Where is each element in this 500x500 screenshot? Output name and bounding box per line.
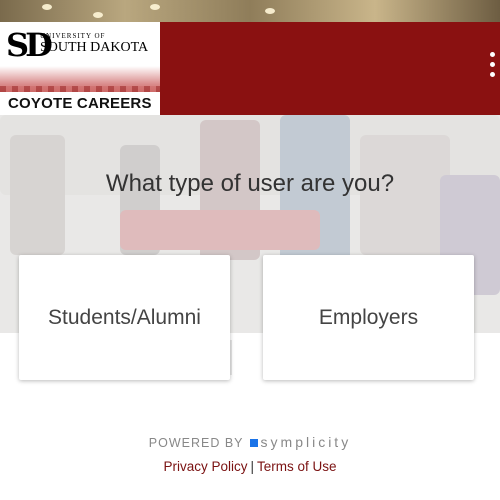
terms-of-use-link[interactable]: Terms of Use [257, 459, 337, 474]
logo-top: SD UNIVERSITY OF SOUTH DAKOTA [0, 22, 160, 66]
site-title: COYOTE CAREERS [8, 95, 152, 112]
university-name: SOUTH DAKOTA [40, 40, 149, 55]
site-header: SD UNIVERSITY OF SOUTH DAKOTA COYOTE CAR… [0, 22, 500, 115]
careers-bar: COYOTE CAREERS [0, 92, 160, 115]
symplicity-logo-icon [249, 439, 258, 447]
sd-mark-icon: SD [6, 26, 53, 64]
privacy-policy-link[interactable]: Privacy Policy [163, 459, 247, 474]
powered-by: POWERED BY symplicity [0, 434, 500, 450]
ceiling-light [265, 8, 275, 14]
ceiling-light [93, 12, 103, 18]
university-of-label: UNIVERSITY OF [40, 32, 106, 40]
ceiling-light [42, 4, 52, 10]
employers-card[interactable]: Employers [263, 255, 474, 380]
students-alumni-label: Students/Alumni [48, 305, 201, 329]
employers-label: Employers [318, 305, 419, 329]
usd-logo[interactable]: SD UNIVERSITY OF SOUTH DAKOTA COYOTE CAR… [0, 22, 160, 115]
more-options-icon[interactable] [488, 52, 496, 82]
students-alumni-card[interactable]: Students/Alumni [19, 255, 230, 380]
ceiling-light [150, 4, 160, 10]
symplicity-brand: symplicity [260, 434, 352, 450]
background-photo-strip [0, 0, 500, 22]
footer-links: Privacy Policy | Terms of Use [0, 459, 500, 474]
link-separator: | [250, 459, 254, 474]
user-type-question: What type of user are you? [105, 170, 395, 197]
powered-by-label: POWERED BY [148, 436, 244, 450]
